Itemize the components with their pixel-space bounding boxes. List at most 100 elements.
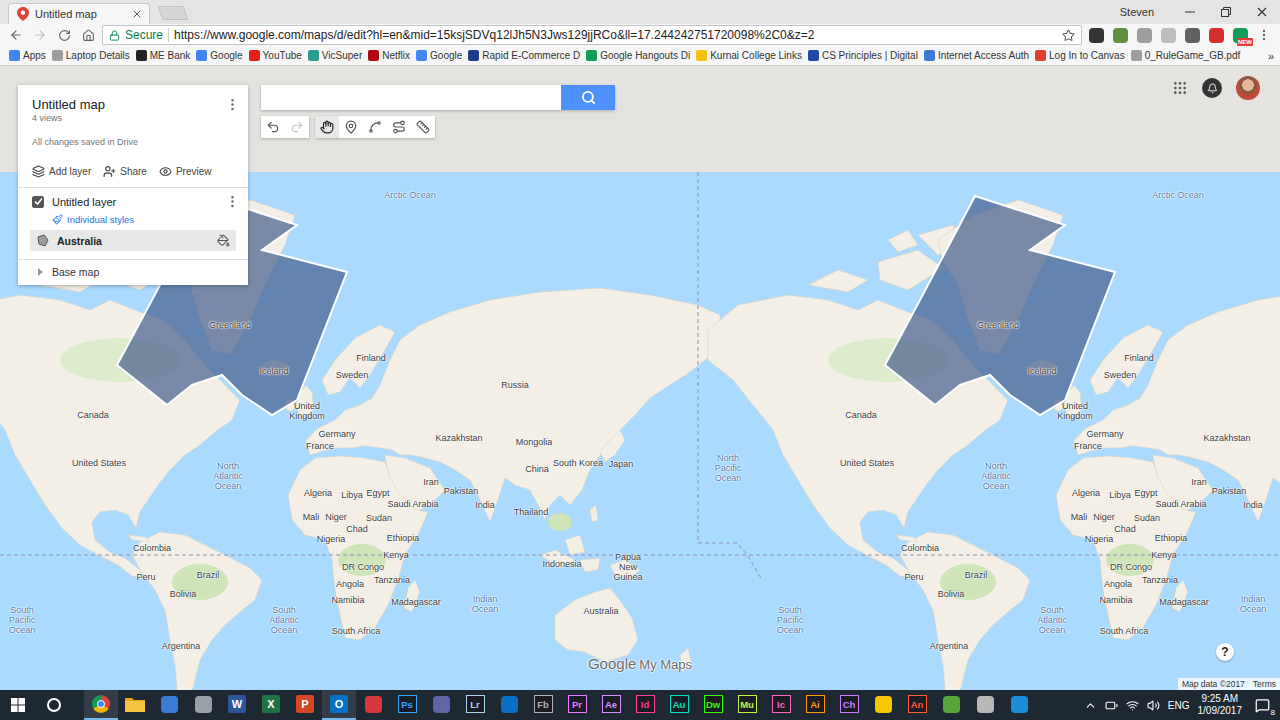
feature-row[interactable]: Australia (30, 230, 236, 251)
bookmark-item[interactable]: Kurnai College Links (693, 50, 805, 61)
taskbar-app[interactable] (968, 690, 1002, 720)
extension-button[interactable] (1110, 25, 1130, 45)
bookmark-item[interactable]: Internet Access Auth (921, 50, 1032, 61)
start-button[interactable] (0, 690, 36, 720)
close-tab-icon[interactable] (133, 10, 141, 18)
cortana-button[interactable] (36, 690, 72, 720)
taskbar-app[interactable]: Ch (832, 690, 866, 720)
taskbar-app[interactable] (356, 690, 390, 720)
taskbar-app[interactable]: Ae (594, 690, 628, 720)
extension-button[interactable]: NEW (1230, 25, 1250, 45)
taskbar-app[interactable]: Pr (560, 690, 594, 720)
layer-checkbox[interactable] (32, 196, 44, 208)
close-window-button[interactable] (1244, 0, 1280, 24)
reload-button[interactable] (54, 25, 74, 45)
extension-button[interactable] (1206, 25, 1226, 45)
clock[interactable]: 9:25 AM1/09/2017 (1198, 693, 1243, 717)
restore-button[interactable] (1208, 0, 1244, 24)
undo-button[interactable] (261, 116, 285, 138)
bookmark-item[interactable]: Apps (6, 50, 49, 61)
taskbar-app[interactable]: O (322, 690, 356, 720)
map-options-icon[interactable] (225, 97, 240, 112)
bookmark-item[interactable]: Google (193, 50, 245, 61)
taskbar-app[interactable] (152, 690, 186, 720)
route-tool-button[interactable] (387, 116, 411, 138)
search-button[interactable] (561, 85, 615, 110)
panel-action-button[interactable]: Share (103, 165, 147, 178)
taskbar-app[interactable] (424, 690, 458, 720)
layer-name[interactable]: Untitled layer (52, 196, 217, 208)
close-window-icon[interactable] (1257, 7, 1267, 17)
bookmarks-more[interactable]: » (1264, 50, 1274, 62)
bookmark-item[interactable]: Log In to Canvas (1032, 50, 1128, 61)
taskbar-app[interactable]: Ps (390, 690, 424, 720)
notifications-button[interactable] (1202, 78, 1222, 98)
taskbar-app[interactable]: Ai (798, 690, 832, 720)
bookmark-item[interactable]: Rapid E-Commerce D (465, 50, 583, 61)
browser-tab[interactable]: Untitled map (8, 3, 150, 24)
input-language[interactable]: ENG (1168, 700, 1190, 711)
new-tab-button[interactable] (157, 6, 188, 20)
taskbar-app[interactable]: P (288, 690, 322, 720)
panel-action-button[interactable]: Add layer (32, 165, 91, 178)
home-button[interactable] (78, 25, 98, 45)
action-center-button[interactable]: 8 (1250, 698, 1274, 713)
account-avatar[interactable] (1236, 76, 1260, 100)
apps-grid-icon[interactable] (1172, 80, 1188, 96)
bookmark-item[interactable]: Netflix (365, 50, 413, 61)
taskbar-app[interactable] (118, 690, 152, 720)
taskbar-app[interactable]: Id (628, 690, 662, 720)
minimize-button[interactable] (1172, 0, 1208, 24)
taskbar-app[interactable]: Au (662, 690, 696, 720)
volume-icon[interactable] (1147, 699, 1160, 712)
redo-button[interactable] (285, 116, 309, 138)
bookmark-item[interactable]: CS Principles | Digital (805, 50, 921, 61)
taskbar-app[interactable] (186, 690, 220, 720)
layer-options-icon[interactable] (225, 194, 240, 209)
panel-action-button[interactable]: Preview (159, 165, 212, 178)
extension-button[interactable] (1086, 25, 1106, 45)
chrome-menu-button[interactable] (1254, 25, 1274, 45)
base-map-row[interactable]: Base map (18, 259, 248, 285)
drawn-polygon[interactable] (885, 196, 1115, 415)
taskbar-app[interactable]: Dw (696, 690, 730, 720)
bookmark-item[interactable]: VicSuper (305, 50, 365, 61)
taskbar-app[interactable] (866, 690, 900, 720)
taskbar-app[interactable]: X (254, 690, 288, 720)
expand-arrow-icon[interactable] (36, 268, 44, 276)
layer-style-link[interactable]: Individual styles (18, 211, 248, 230)
bookmark-item[interactable]: Google (413, 50, 465, 61)
taskbar-app[interactable] (934, 690, 968, 720)
marker-tool-button[interactable] (339, 116, 363, 138)
help-button[interactable]: ? (1216, 643, 1234, 661)
bookmark-star-icon[interactable] (1062, 29, 1075, 42)
extension-button[interactable] (1158, 25, 1178, 45)
bookmark-item[interactable]: ME Bank (133, 50, 194, 61)
battery-icon[interactable] (1105, 699, 1118, 712)
back-button[interactable] (6, 25, 26, 45)
ruler-tool-button[interactable] (411, 116, 435, 138)
bookmark-item[interactable]: Google Hangouts Di (583, 50, 693, 61)
hand-tool-button[interactable] (315, 116, 339, 138)
forward-button[interactable] (30, 25, 50, 45)
bookmark-item[interactable]: 0_RuleGame_GB.pdf (1128, 50, 1244, 61)
taskbar-app[interactable] (1002, 690, 1036, 720)
line-tool-button[interactable] (363, 116, 387, 138)
taskbar-app[interactable] (492, 690, 526, 720)
map-title[interactable]: Untitled map (32, 97, 105, 112)
network-icon[interactable] (1126, 699, 1139, 712)
taskbar-app[interactable]: An (900, 690, 934, 720)
taskbar-app[interactable]: Lr (458, 690, 492, 720)
bookmark-item[interactable]: YouTube (246, 50, 305, 61)
taskbar-app[interactable]: W (220, 690, 254, 720)
taskbar-app[interactable] (84, 690, 118, 720)
profile-name[interactable]: Steven (1120, 6, 1154, 18)
search-input[interactable] (261, 85, 561, 110)
taskbar-app[interactable]: Fb (526, 690, 560, 720)
address-bar[interactable]: Securehttps://www.google.com/maps/d/edit… (102, 25, 1082, 45)
taskbar-app[interactable]: Ic (764, 690, 798, 720)
url-text[interactable]: https://www.google.com/maps/d/edit?hl=en… (174, 28, 1057, 42)
terms-link[interactable]: Terms (1253, 679, 1276, 689)
taskbar-app[interactable]: Mu (730, 690, 764, 720)
extension-button[interactable] (1134, 25, 1154, 45)
